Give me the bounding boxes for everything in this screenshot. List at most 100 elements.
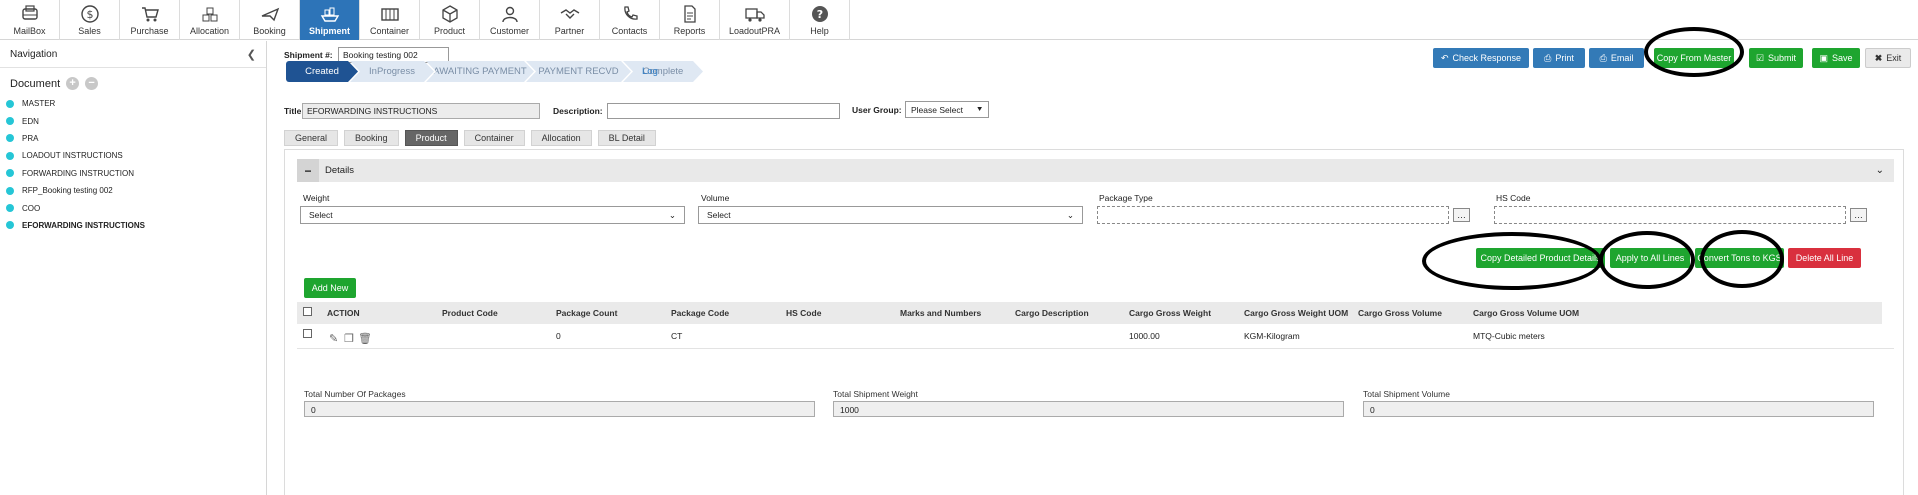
email-button[interactable]: ⎙ Email — [1589, 48, 1644, 68]
save-icon: ▣ — [1819, 52, 1828, 63]
nav-label: Purchase — [130, 26, 169, 36]
nav-product[interactable]: Product — [420, 0, 480, 40]
copy-icon[interactable]: ❐ — [344, 332, 354, 345]
log-link[interactable]: Log — [642, 66, 658, 77]
wizard-step-payment-recvd[interactable]: PAYMENT RECVD — [526, 61, 631, 82]
document-item-loadout-instructions[interactable]: LOADOUT INSTRUCTIONS — [0, 147, 266, 164]
step-label: InProgress — [369, 66, 415, 77]
document-item-label: LOADOUT INSTRUCTIONS — [22, 151, 123, 161]
tab-booking[interactable]: Booking — [344, 130, 399, 146]
chevron-down-icon[interactable]: ⌄ — [1876, 165, 1884, 176]
document-header: Document + − — [0, 68, 266, 95]
collapse-chevron-icon[interactable]: ❮ — [247, 48, 256, 61]
button-label: Add New — [311, 283, 349, 293]
weight-select[interactable]: Select ⌄ — [300, 206, 685, 224]
column-header: HS Code — [786, 308, 822, 318]
status-wizard: Created InProgress AWAITING PAYMENT PAYM… — [286, 61, 695, 82]
copy-detailed-product-details-button[interactable]: Copy Detailed Product Details — [1476, 248, 1605, 268]
document-item-rfp-booking[interactable]: RFP_Booking testing 002 — [0, 182, 266, 199]
document-item-pra[interactable]: PRA — [0, 130, 266, 147]
row-checkbox[interactable] — [303, 329, 312, 338]
volume-label: Volume — [701, 193, 730, 203]
trash-icon[interactable]: 🗑 — [358, 332, 372, 345]
user-group-select[interactable]: Please Select ⯆ — [905, 101, 989, 118]
document-item-eforwarding-instructions[interactable]: EFORWARDING INSTRUCTIONS — [0, 217, 266, 234]
status-dot-icon — [6, 99, 14, 108]
edit-icon[interactable]: ✎ — [329, 332, 338, 345]
wizard-step-complete[interactable]: Complete — [623, 61, 703, 82]
reply-icon: ↶ — [1440, 52, 1449, 63]
document-item-label: EDN — [22, 116, 39, 126]
tab-allocation[interactable]: Allocation — [530, 130, 592, 146]
help-icon: ? — [811, 6, 828, 22]
nav-allocation[interactable]: Allocation — [180, 0, 240, 40]
convert-tons-to-kgs-button[interactable]: Convert Tons to KGS — [1695, 248, 1784, 268]
copy-from-master-button[interactable]: Copy From Master — [1654, 48, 1734, 68]
exit-button[interactable]: ✖ Exit — [1865, 48, 1911, 68]
collapse-toggle-icon[interactable]: − — [297, 159, 319, 182]
tab-general[interactable]: General — [284, 130, 339, 146]
nav-label: Booking — [253, 26, 286, 36]
nav-help[interactable]: ? Help — [790, 0, 850, 40]
step-label: Created — [305, 66, 339, 77]
add-document-icon[interactable]: + — [66, 77, 80, 90]
svg-text:$: $ — [86, 8, 93, 21]
select-all-checkbox[interactable] — [303, 307, 312, 316]
tab-bl-detail[interactable]: BL Detail — [597, 130, 656, 146]
details-title: Details — [325, 165, 355, 176]
nav-contacts[interactable]: Contacts — [600, 0, 660, 40]
sidebar-title: Navigation — [10, 48, 58, 60]
nav-container[interactable]: Container — [360, 0, 420, 40]
chevron-down-icon: ⌄ — [668, 209, 676, 220]
document-item-master[interactable]: MASTER — [0, 95, 266, 112]
tab-container[interactable]: Container — [463, 130, 525, 146]
check-response-button[interactable]: ↶ Check Response — [1433, 48, 1529, 68]
add-new-button[interactable]: Add New — [304, 278, 356, 298]
column-header: Cargo Gross Volume — [1358, 308, 1442, 318]
volume-select[interactable]: Select ⌄ — [698, 206, 1083, 224]
tab-product[interactable]: Product — [404, 130, 458, 146]
nav-customer[interactable]: Customer — [480, 0, 540, 40]
nav-sales[interactable]: $ Sales — [60, 0, 120, 40]
title-field[interactable]: EFORWARDING INSTRUCTIONS — [302, 103, 540, 119]
nav-partner[interactable]: Partner — [540, 0, 600, 40]
print-button[interactable]: ⎙ Print — [1533, 48, 1585, 68]
nav-shipment[interactable]: Shipment — [300, 0, 360, 40]
details-section-header[interactable]: − Details ⌄ — [297, 159, 1894, 182]
total-volume-label: Total Shipment Volume — [1363, 389, 1450, 399]
apply-to-all-lines-button[interactable]: Apply to All Lines — [1610, 248, 1690, 268]
document-item-coo[interactable]: COO — [0, 199, 266, 216]
document-list: MASTER EDN PRA LOADOUT INSTRUCTIONS FORW… — [0, 95, 266, 234]
step-label: AWAITING PAYMENT — [433, 66, 527, 77]
save-button[interactable]: ▣ Save — [1812, 48, 1860, 68]
nav-mailbox[interactable]: MailBox — [0, 0, 60, 40]
table-row[interactable]: ✎ ❐ 🗑 0 CT 1000.00 KGM-Kilogram MTQ-Cubi… — [297, 325, 1894, 349]
nav-reports[interactable]: Reports — [660, 0, 720, 40]
nav-label: Sales — [78, 26, 101, 36]
nav-purchase[interactable]: Purchase — [120, 0, 180, 40]
hs-code-lookup-button[interactable]: … — [1850, 208, 1867, 222]
package-type-field[interactable] — [1097, 206, 1449, 224]
submit-button[interactable]: ☑ Submit — [1749, 48, 1803, 68]
package-type-lookup-button[interactable]: … — [1453, 208, 1470, 222]
weight-label: Weight — [303, 193, 330, 203]
document-item-label: COO — [22, 203, 41, 213]
wizard-step-awaiting-payment[interactable]: AWAITING PAYMENT — [426, 61, 534, 82]
ship-icon — [320, 7, 339, 22]
nav-booking[interactable]: Booking — [240, 0, 300, 40]
wizard-step-created[interactable]: Created — [286, 61, 358, 82]
button-label: Copy From Master — [1656, 53, 1732, 63]
hs-code-field[interactable] — [1494, 206, 1846, 224]
package-count-cell: 0 — [556, 331, 561, 341]
checkbox-icon: ☑ — [1755, 52, 1765, 63]
description-field[interactable] — [607, 103, 840, 119]
total-packages-label: Total Number Of Packages — [304, 389, 406, 399]
remove-document-icon[interactable]: − — [85, 77, 99, 90]
package-code-cell: CT — [671, 331, 683, 341]
document-item-forwarding-instruction[interactable]: FORWARDING INSTRUCTION — [0, 165, 266, 182]
delete-all-line-button[interactable]: Delete All Line — [1788, 248, 1861, 268]
document-item-edn[interactable]: EDN — [0, 112, 266, 129]
nav-loadoutpra[interactable]: LoadoutPRA — [720, 0, 790, 40]
wizard-step-inprogress[interactable]: InProgress — [350, 61, 434, 82]
button-label: Submit — [1768, 53, 1797, 63]
